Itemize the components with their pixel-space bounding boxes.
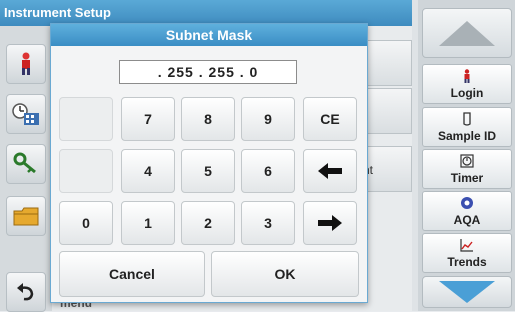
clear-entry-button[interactable]: CE <box>303 97 357 141</box>
ok-button[interactable]: OK <box>211 251 359 297</box>
key-8[interactable]: 8 <box>181 97 235 141</box>
key-6[interactable]: 6 <box>241 149 295 193</box>
backspace-button[interactable] <box>303 149 357 193</box>
login-button[interactable]: Login <box>422 64 512 104</box>
clock-calendar-icon[interactable] <box>6 94 46 134</box>
trends-label: Trends <box>447 254 487 269</box>
background-icon-column <box>0 26 52 312</box>
timer-icon <box>460 153 474 171</box>
back-icon[interactable] <box>6 272 46 312</box>
scroll-down-button[interactable] <box>422 276 512 308</box>
timer-button[interactable]: Timer <box>422 149 512 189</box>
subnet-mask-input[interactable]: . 255 . 255 . 0 <box>119 60 297 84</box>
key-0[interactable]: 0 <box>59 201 113 245</box>
right-panel: Login Sample ID Timer AQA Trends <box>418 0 515 311</box>
scroll-up-button[interactable] <box>422 8 512 58</box>
key-3[interactable]: 3 <box>241 201 295 245</box>
blank-key <box>59 97 113 141</box>
next-field-button[interactable] <box>303 201 357 245</box>
key-1[interactable]: 1 <box>121 201 175 245</box>
subnet-mask-dialog: Subnet Mask . 255 . 255 . 0 7 8 9 CE 4 5… <box>50 23 368 303</box>
operator-icon[interactable] <box>6 44 46 84</box>
sample-id-button[interactable]: Sample ID <box>422 107 512 147</box>
sample-id-label: Sample ID <box>437 128 497 143</box>
instrument-screen: Instrument Setup nt menu Login Sample ID… <box>0 0 515 312</box>
folder-icon[interactable] <box>6 196 46 236</box>
left-arrow-icon <box>318 163 342 179</box>
down-arrow-icon <box>439 281 495 303</box>
login-label: Login <box>450 85 484 100</box>
key-7[interactable]: 7 <box>121 97 175 141</box>
cancel-button[interactable]: Cancel <box>59 251 205 297</box>
key-9[interactable]: 9 <box>241 97 295 141</box>
trends-button[interactable]: Trends <box>422 233 512 273</box>
trend-chart-icon <box>460 238 474 255</box>
dialog-title: Subnet Mask <box>51 24 367 46</box>
person-icon <box>462 68 472 86</box>
right-arrow-icon <box>318 215 342 231</box>
key-2[interactable]: 2 <box>181 201 235 245</box>
aqa-label: AQA <box>453 212 481 227</box>
sample-vial-icon <box>462 111 472 129</box>
key-5[interactable]: 5 <box>181 149 235 193</box>
key-4[interactable]: 4 <box>121 149 175 193</box>
blank-key <box>59 149 113 193</box>
up-arrow-icon <box>439 21 495 46</box>
timer-label: Timer <box>450 170 484 185</box>
aqa-button[interactable]: AQA <box>422 191 512 231</box>
key-icon[interactable] <box>6 144 46 184</box>
aqa-icon <box>460 196 474 213</box>
